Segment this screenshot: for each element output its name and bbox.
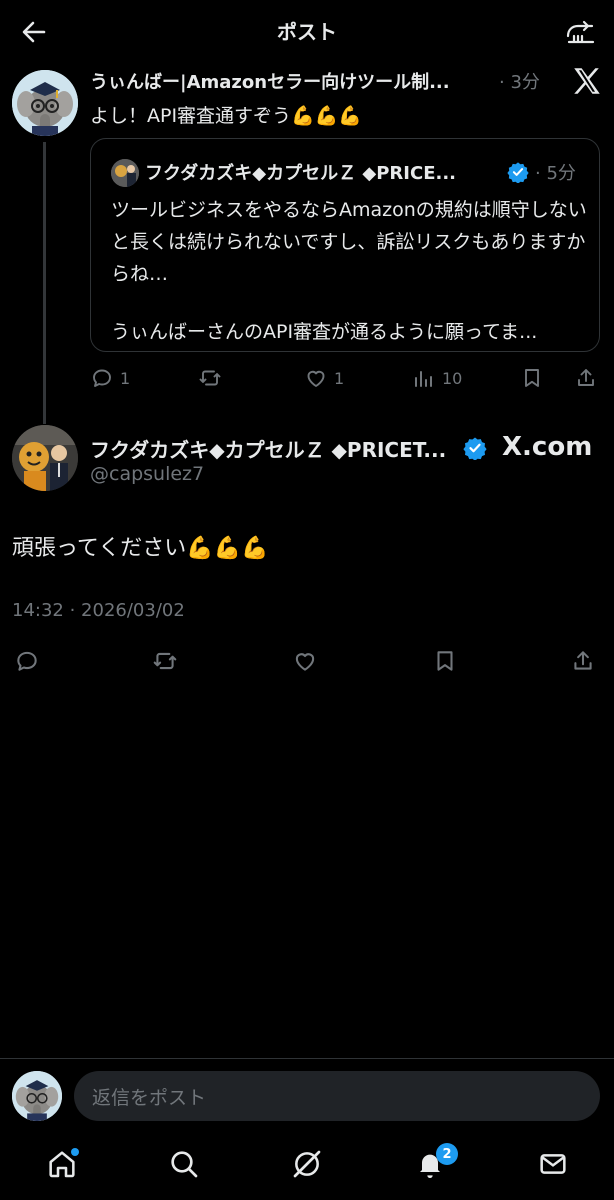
quoted-text-paragraph: ツールビジネスをやるならAmazonの規約は順守しないと長くは続けられないですし…: [111, 199, 587, 285]
quoted-post[interactable]: フクダカズキ◆カプセルＺ ◆PRICE... · 5分 ツールビジネスをやるなら…: [90, 138, 600, 352]
reply-button[interactable]: 1: [90, 366, 130, 390]
display-name[interactable]: フクダカズキ◆カプセルＺ ◆PRICET...: [90, 434, 446, 463]
reply-count: 1: [120, 368, 131, 388]
page-title: ポスト: [277, 20, 337, 44]
reply-icon: [90, 366, 114, 390]
post-actions: 1 1 10: [90, 366, 600, 392]
bottom-nav: [0, 1138, 614, 1200]
repost-button[interactable]: [198, 366, 222, 390]
reply-input[interactable]: 返信をポスト: [74, 1071, 600, 1121]
x-logo-icon: [570, 64, 604, 98]
heart-icon: [304, 366, 328, 390]
compose-icon[interactable]: [564, 14, 598, 48]
post-timestamp[interactable]: 14:32 · 2026/03/02: [12, 600, 185, 621]
post-time[interactable]: · 3分: [499, 68, 540, 94]
flexed-biceps-emoji: 💪💪💪: [186, 536, 269, 561]
post-text: 頑張ってください💪💪💪: [12, 530, 268, 562]
verified-badge-icon: [507, 161, 529, 183]
grok-icon[interactable]: [291, 1148, 323, 1180]
quoted-text: ツールビジネスをやるならAmazonの規約は順守しないと長くは続けられないですし…: [111, 194, 587, 348]
repost-icon: [198, 366, 222, 390]
reply-icon[interactable]: [14, 648, 40, 674]
user-handle[interactable]: @capsulez7: [90, 463, 204, 485]
post-text: よし！API審査通すぞう💪💪💪: [90, 101, 362, 128]
avatar[interactable]: [12, 70, 78, 136]
view-count: 10: [442, 368, 463, 388]
share-icon[interactable]: [570, 648, 596, 674]
top-bar: ポスト: [0, 0, 614, 60]
thread-line: [43, 142, 46, 424]
heart-icon[interactable]: [292, 648, 318, 674]
avatar[interactable]: [12, 425, 78, 491]
post-text-body: よし！API審査通すぞう: [90, 105, 292, 127]
mail-icon[interactable]: [537, 1148, 569, 1180]
like-button[interactable]: 1: [304, 366, 344, 390]
quoted-text-paragraph: うぃんばーさんのAPI審査が通るように願ってま...: [111, 321, 538, 343]
like-count: 1: [334, 368, 345, 388]
bookmark-icon: [520, 366, 544, 390]
views-icon: [412, 366, 436, 390]
avatar[interactable]: [111, 159, 139, 187]
avatar[interactable]: [12, 1071, 62, 1121]
notification-count-badge: 2: [436, 1143, 458, 1165]
divider: [0, 1058, 614, 1059]
post-text-body: 頑張ってください: [12, 536, 187, 561]
home-notification-dot: [71, 1148, 79, 1156]
source-label: X.com: [502, 432, 593, 462]
repost-icon[interactable]: [152, 648, 178, 674]
verified-badge-icon: [463, 436, 487, 460]
display-name[interactable]: フクダカズキ◆カプセルＺ ◆PRICE...: [145, 159, 456, 185]
views-button[interactable]: 10: [412, 366, 462, 390]
bookmark-button[interactable]: [520, 366, 544, 390]
search-icon[interactable]: [168, 1148, 200, 1180]
display-name[interactable]: うぃんばー|Amazonセラー向けツール制...: [90, 68, 450, 94]
flexed-biceps-emoji: 💪💪💪: [291, 105, 363, 127]
post-time[interactable]: · 5分: [535, 159, 576, 185]
share-icon: [574, 366, 598, 390]
post-actions: [12, 646, 602, 676]
bookmark-icon[interactable]: [432, 648, 458, 674]
share-button[interactable]: [574, 366, 598, 390]
